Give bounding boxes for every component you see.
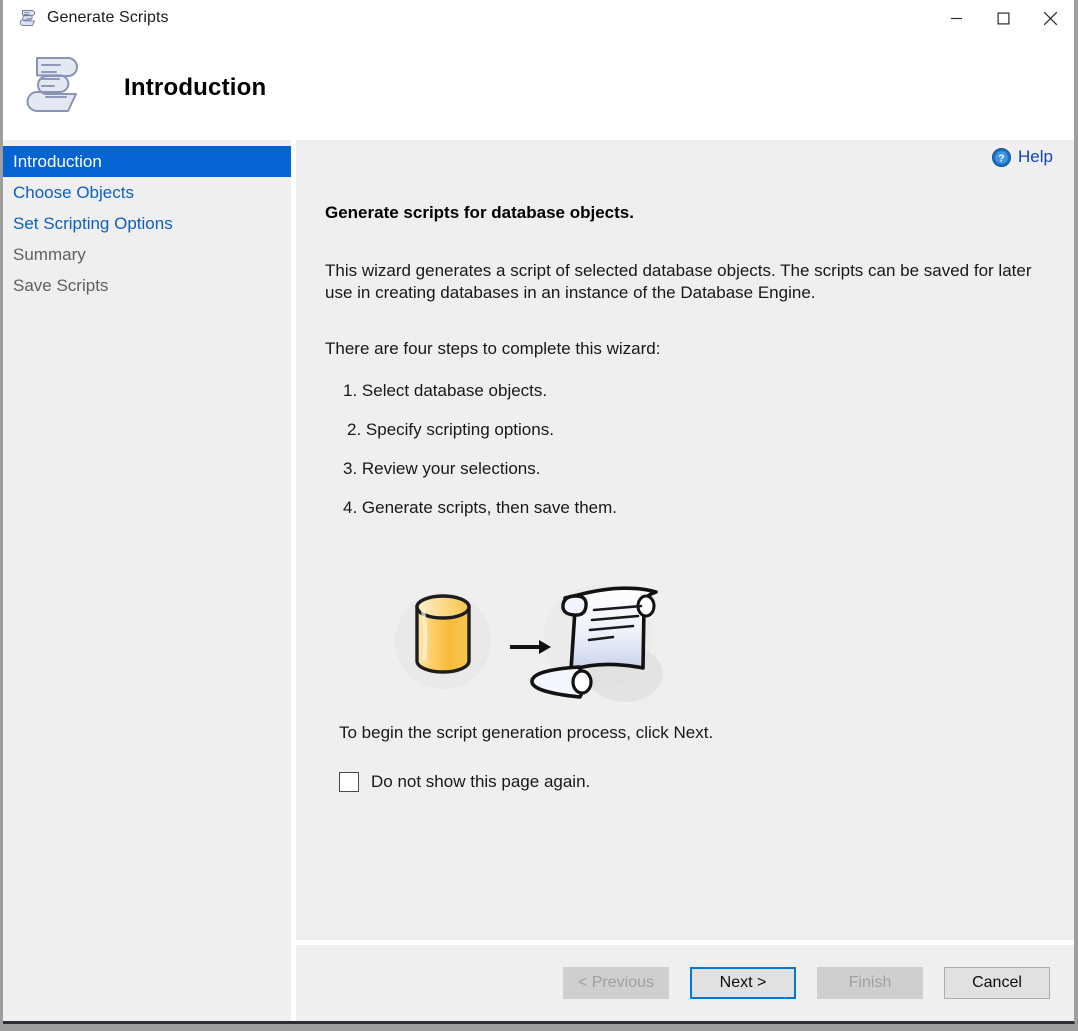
sidebar-item-label: Choose Objects bbox=[13, 183, 134, 203]
database-cylinder-icon bbox=[417, 596, 469, 672]
sidebar-item-choose-objects[interactable]: Choose Objects bbox=[3, 177, 291, 208]
help-link[interactable]: ? Help bbox=[992, 147, 1053, 167]
content-column: ? Help Generate scripts for database obj… bbox=[296, 140, 1074, 1021]
svg-text:?: ? bbox=[998, 152, 1004, 164]
help-question-icon: ? bbox=[992, 148, 1011, 167]
steps-list: 1. Select database objects. 2. Specify s… bbox=[325, 381, 1044, 518]
wizard-steps-sidebar: Introduction Choose Objects Set Scriptin… bbox=[3, 140, 291, 1021]
database-to-script-illustration bbox=[325, 574, 1044, 714]
page-title: Introduction bbox=[124, 74, 266, 102]
step-item: 4. Generate scripts, then save them. bbox=[325, 498, 1044, 518]
title-bar-left: Generate Scripts bbox=[3, 8, 169, 28]
step-item: 3. Review your selections. bbox=[325, 459, 1044, 479]
script-scroll-icon bbox=[21, 52, 87, 124]
step-item: 1. Select database objects. bbox=[325, 381, 1044, 401]
cancel-button[interactable]: Cancel bbox=[944, 967, 1050, 999]
previous-button[interactable]: < Previous bbox=[563, 967, 669, 999]
sidebar-item-summary: Summary bbox=[3, 239, 291, 270]
content-inner: Generate scripts for database objects. T… bbox=[296, 140, 1074, 792]
do-not-show-again-label: Do not show this page again. bbox=[371, 772, 590, 792]
next-button[interactable]: Next > bbox=[690, 967, 796, 999]
content-heading: Generate scripts for database objects. bbox=[325, 203, 1044, 223]
sidebar-item-label: Set Scripting Options bbox=[13, 214, 173, 234]
wizard-footer: < Previous Next > Finish Cancel bbox=[296, 945, 1074, 1021]
sidebar-item-set-scripting-options[interactable]: Set Scripting Options bbox=[3, 208, 291, 239]
script-scroll-icon bbox=[18, 8, 38, 28]
do-not-show-again-row[interactable]: Do not show this page again. bbox=[325, 772, 1044, 792]
finish-button[interactable]: Finish bbox=[817, 967, 923, 999]
title-bar: Generate Scripts bbox=[3, 0, 1074, 36]
do-not-show-again-checkbox[interactable] bbox=[339, 772, 359, 792]
window-controls bbox=[933, 0, 1074, 36]
generate-scripts-window: Generate Scripts bbox=[3, 0, 1075, 1024]
sidebar-item-introduction[interactable]: Introduction bbox=[3, 146, 291, 177]
body-area: Introduction Choose Objects Set Scriptin… bbox=[3, 140, 1074, 1021]
steps-lead-text: There are four steps to complete this wi… bbox=[325, 338, 1035, 360]
minimize-button[interactable] bbox=[933, 0, 980, 36]
sidebar-item-label: Save Scripts bbox=[13, 276, 108, 296]
content-panel: ? Help Generate scripts for database obj… bbox=[296, 140, 1074, 940]
sidebar-item-label: Summary bbox=[13, 245, 86, 265]
minimize-icon bbox=[950, 12, 963, 25]
window-title: Generate Scripts bbox=[47, 9, 169, 27]
sidebar-item-save-scripts: Save Scripts bbox=[3, 270, 291, 301]
help-label: Help bbox=[1018, 147, 1053, 167]
close-button[interactable] bbox=[1027, 0, 1074, 36]
maximize-icon bbox=[997, 12, 1010, 25]
page-header: Introduction bbox=[3, 36, 1074, 140]
sidebar-item-label: Introduction bbox=[13, 152, 102, 172]
intro-paragraph: This wizard generates a script of select… bbox=[325, 260, 1035, 304]
closing-instruction: To begin the script generation process, … bbox=[325, 723, 1044, 743]
close-icon bbox=[1043, 11, 1058, 26]
maximize-button[interactable] bbox=[980, 0, 1027, 36]
step-item: 2. Specify scripting options. bbox=[325, 420, 1044, 440]
